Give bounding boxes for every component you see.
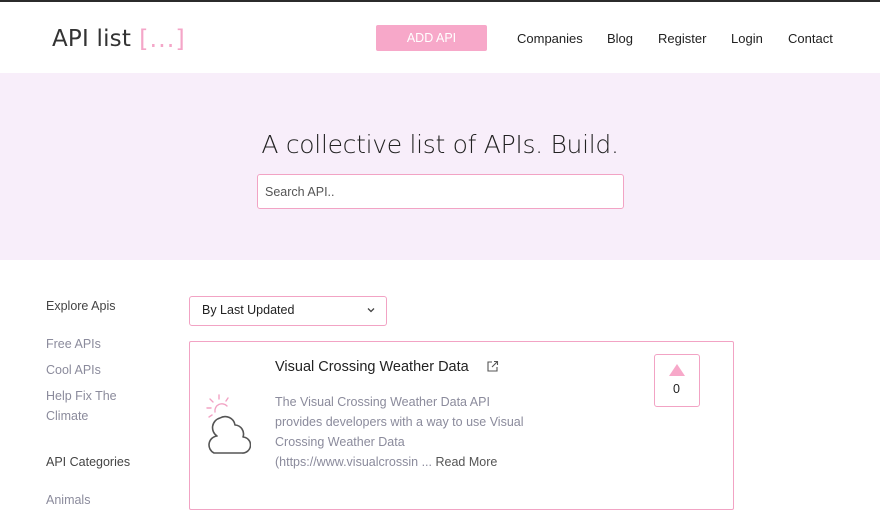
api-description-line: (https://www.visualcrossin ... Read More [275,452,550,472]
logo-bracket: [...] [139,25,186,53]
sidebar-link-cool-apis[interactable]: Cool APIs [46,360,101,380]
nav-register[interactable]: Register [658,31,706,46]
sidebar-link-help-fix-climate-cont[interactable]: Climate [46,406,88,426]
weather-cloud-sun-icon [206,394,251,454]
sidebar-category-animals[interactable]: Animals [46,490,90,510]
api-description-truncated: (https://www.visualcrossin ... [275,455,432,469]
vote-count: 0 [673,382,680,396]
upvote-button[interactable]: 0 [654,354,700,407]
hero-section: A collective list of APIs. Build. [0,73,880,260]
sort-select[interactable]: By Last Updated [189,296,387,326]
external-link-icon[interactable] [486,360,499,373]
explore-apis-heading: Explore Apis [46,299,116,313]
sidebar-link-free-apis[interactable]: Free APIs [46,334,101,354]
api-title-link[interactable]: Visual Crossing Weather Data [275,359,469,375]
site-logo[interactable]: API list [...] [52,24,186,54]
hero-title: A collective list of APIs. Build. [261,130,619,159]
nav-login[interactable]: Login [731,31,763,46]
api-description-line: The Visual Crossing Weather Data API [275,395,490,409]
chevron-down-icon [367,308,375,313]
api-description: The Visual Crossing Weather Data API pro… [275,392,550,472]
search-input[interactable] [257,174,624,209]
api-card: Visual Crossing Weather Data The Visual … [189,341,734,510]
sidebar-link-help-fix-climate[interactable]: Help Fix The [46,386,117,406]
nav-contact[interactable]: Contact [788,31,833,46]
api-categories-heading: API Categories [46,455,131,469]
upvote-arrow-icon [669,364,685,376]
site-header: API list [...] ADD API Companies Blog Re… [0,2,880,73]
api-description-line: Crossing Weather Data [275,435,405,449]
api-description-line: provides developers with a way to use Vi… [275,415,524,429]
nav-companies[interactable]: Companies [517,31,583,46]
nav-blog[interactable]: Blog [607,31,633,46]
logo-text: API list [52,26,132,52]
add-api-button[interactable]: ADD API [376,25,487,51]
sort-select-value: By Last Updated [202,303,295,317]
read-more-link[interactable]: Read More [435,455,497,469]
